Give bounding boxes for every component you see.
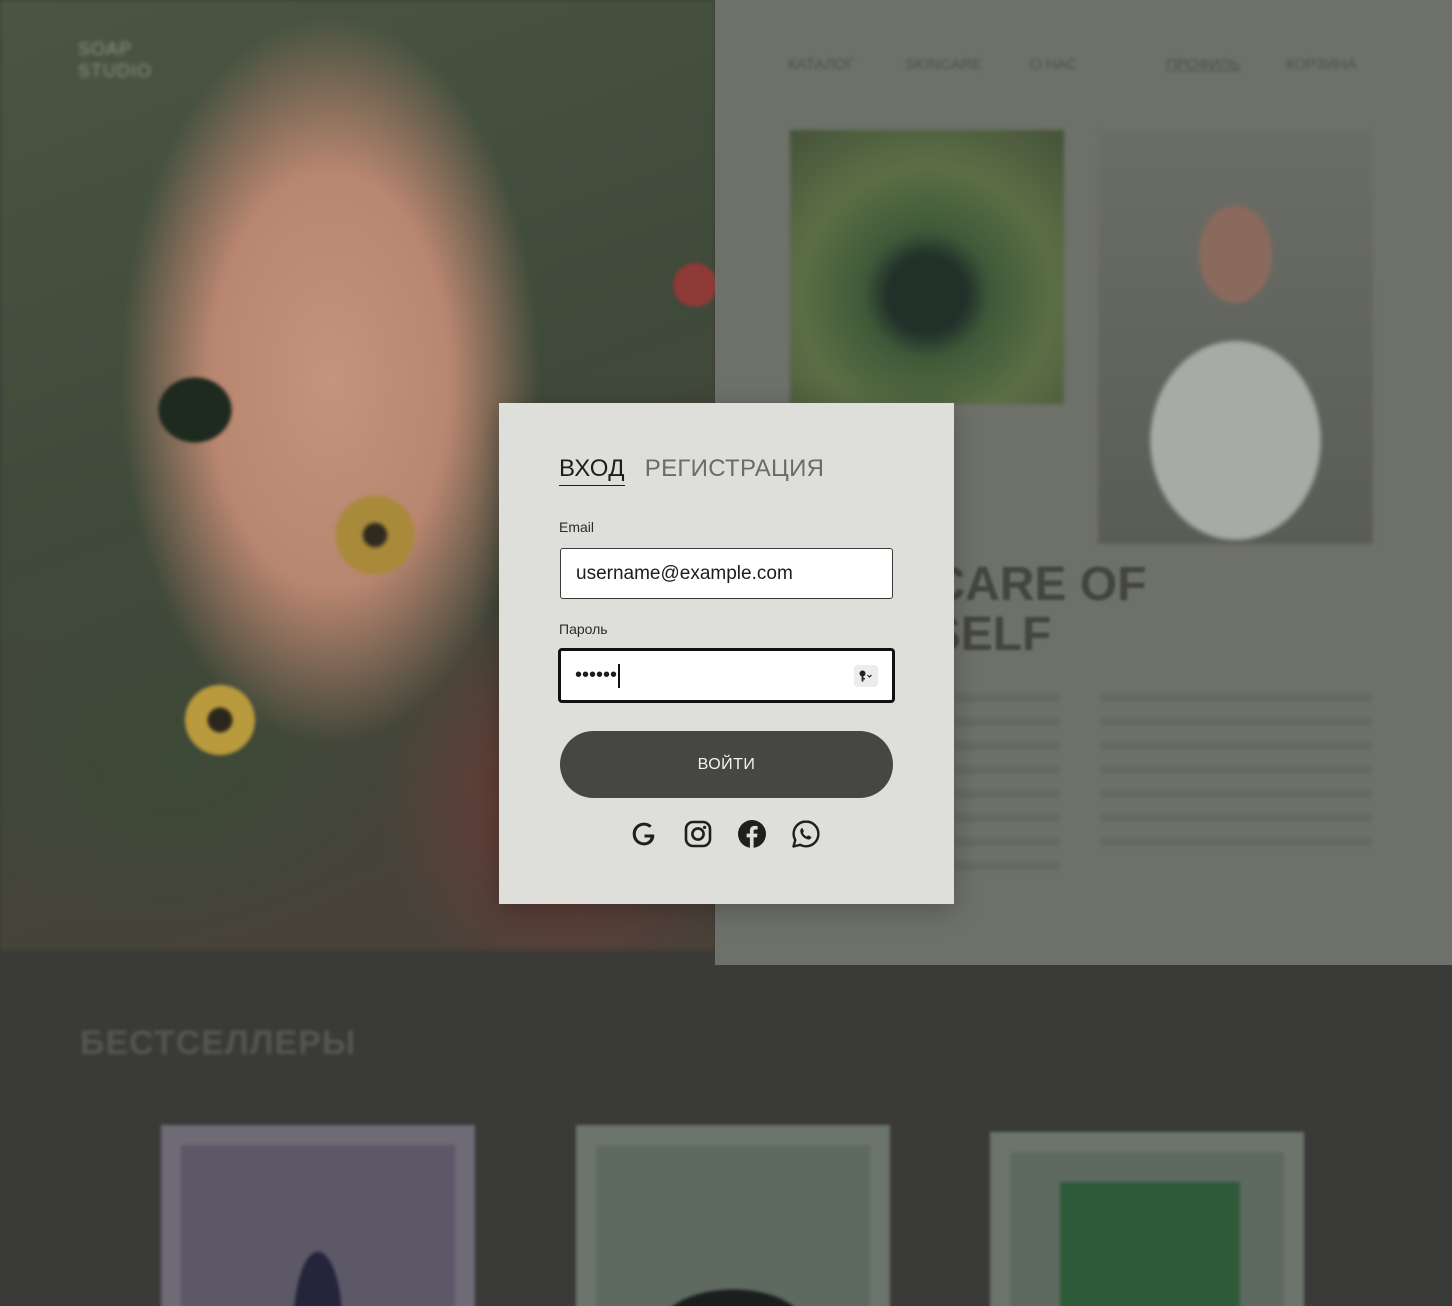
text-caret	[618, 663, 621, 688]
google-icon[interactable]	[628, 818, 660, 850]
product-card[interactable]	[161, 1125, 475, 1306]
email-value: username@example.com	[576, 562, 793, 584]
nav-about[interactable]: О НАС	[1030, 56, 1077, 73]
facebook-icon[interactable]	[736, 818, 768, 850]
email-label: Email	[559, 519, 595, 535]
email-input[interactable]: username@example.com	[560, 548, 893, 599]
product-card[interactable]	[576, 1125, 890, 1306]
tab-login[interactable]: ВХОД	[559, 455, 625, 486]
flower-decoration	[330, 490, 420, 580]
password-input[interactable]: ••••••	[558, 648, 895, 703]
login-modal: ВХОД РЕГИСТРАЦИЯ Email username@example.…	[499, 403, 954, 904]
flower-decoration	[180, 680, 260, 760]
model-photo	[1098, 130, 1373, 544]
tab-registration[interactable]: РЕГИСТРАЦИЯ	[645, 455, 825, 486]
nav-catalog[interactable]: КАТАЛОГ	[788, 56, 854, 73]
nav-cart[interactable]: КОРЗИНА	[1286, 56, 1357, 73]
product-photo	[790, 130, 1064, 404]
nav-skincare[interactable]: SKINCARE	[905, 56, 982, 73]
hero-paragraph	[1100, 694, 1372, 860]
whatsapp-icon[interactable]	[790, 818, 822, 850]
password-label: Пароль	[559, 621, 608, 637]
social-login-row	[628, 818, 822, 850]
auth-tabs: ВХОД РЕГИСТРАЦИЯ	[559, 455, 824, 486]
bestsellers-title: БЕСТСЕЛЛЕРЫ	[80, 1024, 357, 1062]
login-button[interactable]: ВОЙТИ	[560, 731, 893, 798]
nav-profile[interactable]: ПРОФИЛЬ	[1166, 56, 1240, 73]
password-manager-key-icon[interactable]	[854, 665, 878, 687]
flower-decoration	[150, 370, 240, 450]
instagram-icon[interactable]	[682, 818, 714, 850]
product-card[interactable]	[990, 1132, 1304, 1306]
site-logo: SOAP STUDIO	[78, 39, 153, 81]
password-value: ••••••	[575, 664, 618, 686]
flower-decoration	[670, 260, 720, 310]
